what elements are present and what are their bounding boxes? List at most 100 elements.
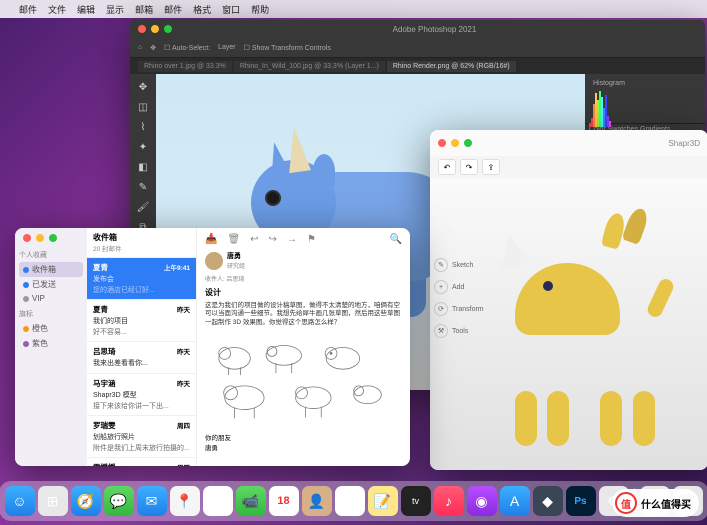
menu-item[interactable]: 显示 [106, 3, 124, 16]
mail-list-item[interactable]: 雷媛媛周四求租我在网上看见你的出租广告了... [87, 458, 196, 466]
watermark: 值 什么值得买 [612, 489, 699, 517]
maximize-button[interactable] [164, 25, 172, 33]
home-icon[interactable]: ⌂ [138, 44, 142, 51]
dock-podcasts-icon[interactable]: ◉ [467, 486, 497, 516]
transform-tool[interactable]: ⟳Transform [434, 302, 484, 316]
dock: ☺⊞🧭💬✉📍✿📹18👤☰📝tv♪◉A◆Ps⚙⇩🗑 [0, 481, 707, 521]
dock-shapr3d-icon[interactable]: ◆ [533, 486, 563, 516]
tools-tool[interactable]: ⚒Tools [434, 324, 484, 338]
document-tabs: Rhino over 1.jpg @ 33.3% Rhino_In_Wild_1… [130, 58, 705, 74]
redo-button[interactable]: ↷ [460, 159, 478, 175]
lasso-tool-icon[interactable]: ⌇ [134, 118, 152, 136]
menu-item[interactable]: 编辑 [77, 3, 95, 16]
wand-tool-icon[interactable]: ✦ [134, 138, 152, 156]
flag-icon[interactable]: ⚑ [307, 234, 316, 245]
add-tool[interactable]: +Add [434, 280, 484, 294]
dock-maps-icon[interactable]: 📍 [170, 486, 200, 516]
mail-message-content: 📥 🗑 ↩ ↪ → ⚑ 🔍 唐勇 研究组 收件人: 吕思琦 设计 这是为我们的项… [197, 228, 410, 466]
menu-item[interactable]: 帮助 [251, 3, 269, 16]
undo-button[interactable]: ↶ [438, 159, 456, 175]
watermark-text: 什么值得买 [641, 496, 691, 511]
mail-signoff: 你的朋友 [205, 432, 402, 442]
marquee-tool-icon[interactable]: ◫ [134, 98, 152, 116]
mail-list-item[interactable]: 夏青上午9:41发布会您的酒店已经订好... [87, 258, 196, 300]
dock-finder-icon[interactable]: ☺ [5, 486, 35, 516]
mail-list-item[interactable]: 罗瑞雯周四划船旅行照片附件是我们上周末旅行拍摄的... [87, 416, 196, 458]
minimize-button[interactable] [151, 25, 159, 33]
close-button[interactable] [438, 139, 446, 147]
maximize-button[interactable] [49, 234, 57, 242]
dock-facetime-icon[interactable]: 📹 [236, 486, 266, 516]
layer-dropdown[interactable]: Layer [218, 44, 236, 51]
menu-item[interactable]: 文件 [48, 3, 66, 16]
reply-all-icon[interactable]: ↪ [269, 234, 277, 245]
menu-item[interactable]: 邮箱 [135, 3, 153, 16]
trash-icon[interactable]: 🗑 [227, 234, 240, 245]
mail-list-item[interactable]: 马宇涵昨天Shapr3D 模型接下来该给你讲一下出... [87, 374, 196, 416]
export-button[interactable]: ⇪ [482, 159, 500, 175]
mail-sender: 唐勇 研究组 [205, 251, 402, 270]
sketch-tool[interactable]: ✎Sketch [434, 258, 484, 272]
histogram-panel[interactable]: Histogram [585, 74, 705, 124]
archive-icon[interactable]: 📥 [205, 234, 217, 245]
shapr3d-toolbar: ↶ ↷ ⇪ [430, 156, 707, 178]
sidebar-item[interactable]: 紫色 [19, 336, 83, 351]
inbox-header: 收件箱20 封邮件 [87, 228, 196, 258]
sidebar-item[interactable]: VIP [19, 292, 83, 305]
mail-list-item[interactable]: 吕思琦昨天我来出差看看你... [87, 342, 196, 374]
dock-photos-icon[interactable]: ✿ [203, 486, 233, 516]
mail-sidebar: 个人收藏 收件箱已发送VIP旗标橙色紫色 [15, 228, 87, 466]
eyedropper-tool-icon[interactable]: ✎ [134, 178, 152, 196]
photoshop-titlebar[interactable]: Adobe Photoshop 2021 [130, 20, 705, 38]
dock-appstore-icon[interactable]: A [500, 486, 530, 516]
document-tab[interactable]: Rhino over 1.jpg @ 33.3% [138, 61, 232, 72]
close-button[interactable] [23, 234, 31, 242]
dock-contacts-icon[interactable]: 👤 [302, 486, 332, 516]
search-icon[interactable]: 🔍 [390, 234, 402, 245]
shapr3d-model [485, 193, 685, 470]
menu-item[interactable]: 格式 [193, 3, 211, 16]
document-tab[interactable]: Rhino_In_Wild_100.jpg @ 33.3% (Layer 1..… [234, 61, 385, 72]
mail-window: 个人收藏 收件箱已发送VIP旗标橙色紫色 收件箱20 封邮件 夏青上午9:41发… [15, 228, 410, 466]
menu-item[interactable]: 窗口 [222, 3, 240, 16]
close-button[interactable] [138, 25, 146, 33]
maximize-button[interactable] [464, 139, 472, 147]
dock-mail-icon[interactable]: ✉ [137, 486, 167, 516]
brush-tool-icon[interactable]: 🖌 [134, 198, 152, 216]
dock-calendar-icon[interactable]: 18 [269, 486, 299, 516]
dock-launchpad-icon[interactable]: ⊞ [38, 486, 68, 516]
sidebar-section: 个人收藏 [19, 250, 83, 260]
menubar: 邮件 文件 编辑 显示 邮箱 邮件 格式 窗口 帮助 [0, 0, 707, 18]
minimize-button[interactable] [36, 234, 44, 242]
mail-subject: 设计 [205, 287, 402, 298]
minimize-button[interactable] [451, 139, 459, 147]
dock-notes-icon[interactable]: 📝 [368, 486, 398, 516]
dock-messages-icon[interactable]: 💬 [104, 486, 134, 516]
mail-message-list: 收件箱20 封邮件 夏青上午9:41发布会您的酒店已经订好...夏青昨天我们的项… [87, 228, 197, 466]
shapr3d-canvas[interactable]: ✎Sketch +Add ⟳Transform ⚒Tools [430, 178, 707, 470]
shapr3d-side-tools: ✎Sketch +Add ⟳Transform ⚒Tools [434, 258, 484, 338]
mail-signer: 唐勇 [205, 442, 402, 452]
move-tool-icon[interactable]: ✥ [150, 44, 156, 52]
reply-icon[interactable]: ↩ [250, 234, 258, 245]
shapr3d-title: Shapr3D [472, 139, 700, 148]
move-tool-icon[interactable]: ✥ [134, 78, 152, 96]
sender-avatar [205, 252, 223, 270]
menu-item[interactable]: 邮件 [19, 3, 37, 16]
sidebar-item[interactable]: 已发送 [19, 277, 83, 292]
document-tab-active[interactable]: Rhino Render.png @ 62% (RGB/16#) [387, 61, 516, 72]
sidebar-item[interactable]: 收件箱 [19, 262, 83, 277]
dock-music-icon[interactable]: ♪ [434, 486, 464, 516]
crop-tool-icon[interactable]: ◧ [134, 158, 152, 176]
sidebar-item[interactable]: 橙色 [19, 321, 83, 336]
watermark-icon: 值 [615, 492, 637, 514]
mail-list-item[interactable]: 夏青昨天我们的项目好不容易... [87, 300, 196, 342]
menu-item[interactable]: 邮件 [164, 3, 182, 16]
shapr3d-window: Shapr3D ↶ ↷ ⇪ ✎Sketch +Add ⟳Transform ⚒T… [430, 130, 707, 470]
shapr3d-titlebar[interactable]: Shapr3D [430, 130, 707, 156]
dock-tv-icon[interactable]: tv [401, 486, 431, 516]
forward-icon[interactable]: → [287, 234, 297, 245]
dock-safari-icon[interactable]: 🧭 [71, 486, 101, 516]
dock-reminders-icon[interactable]: ☰ [335, 486, 365, 516]
dock-photoshop-icon[interactable]: Ps [566, 486, 596, 516]
